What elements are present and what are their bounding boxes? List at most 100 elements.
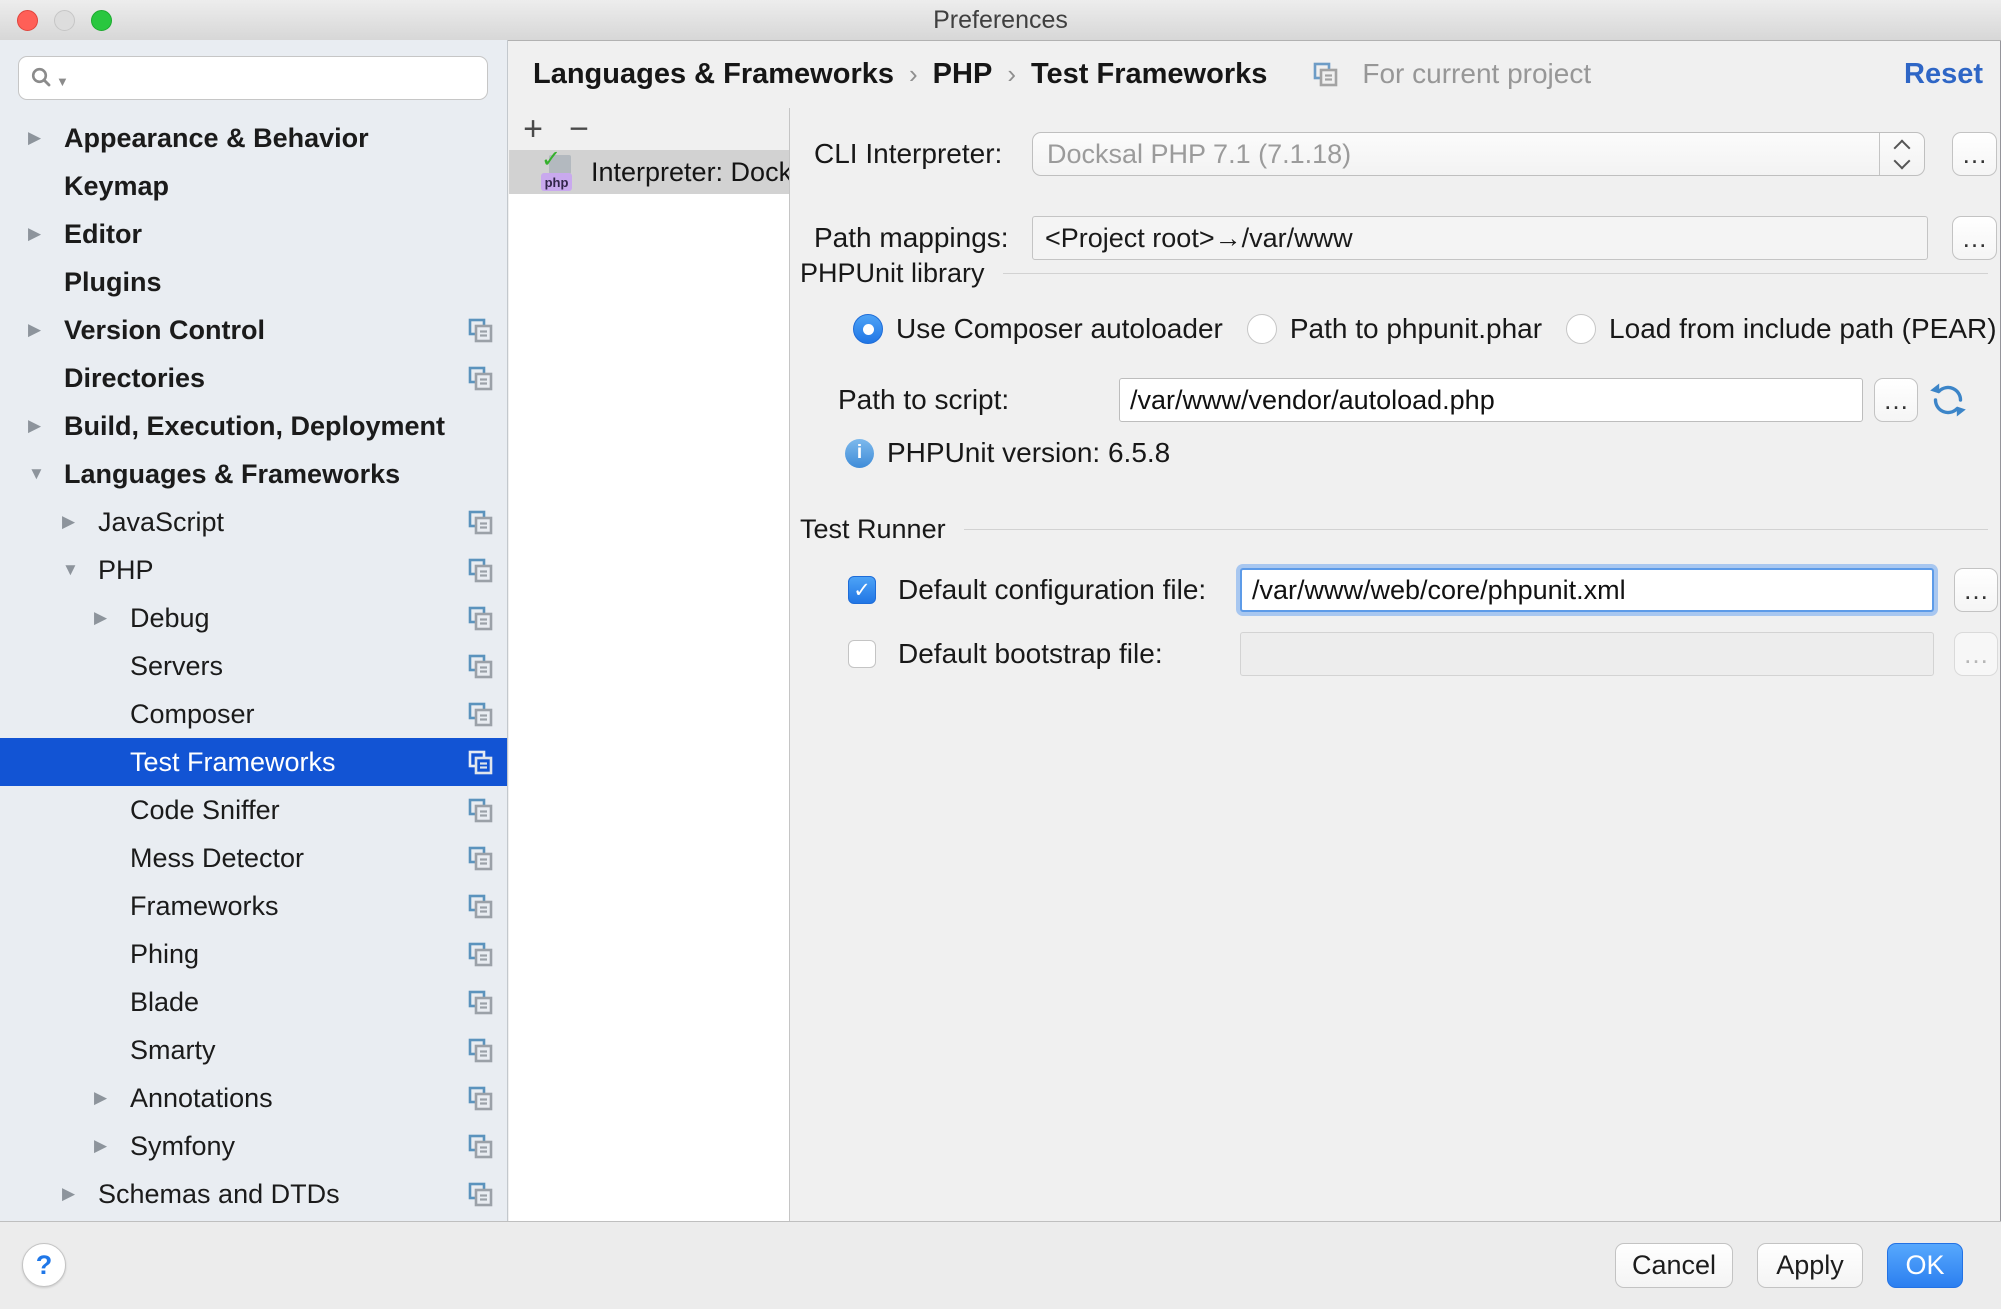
sidebar-item-label: Schemas and DTDs bbox=[98, 1179, 340, 1210]
sidebar-item-smarty[interactable]: Smarty bbox=[0, 1026, 507, 1074]
sidebar-item-blade[interactable]: Blade bbox=[0, 978, 507, 1026]
phpunit-version-row: i PHPUnit version: 6.5.8 bbox=[845, 437, 1170, 469]
sidebar-item-version-control[interactable]: ▶Version Control bbox=[0, 306, 507, 354]
sidebar-item-label: Debug bbox=[130, 603, 210, 634]
list-item-interpreter[interactable]: ✓ php Interpreter: Dock bbox=[509, 150, 789, 194]
default-bootstrap-checkbox[interactable] bbox=[848, 640, 876, 668]
radio-label: Use Composer autoloader bbox=[896, 313, 1223, 345]
reset-link[interactable]: Reset bbox=[1904, 40, 1983, 108]
sidebar-item-javascript[interactable]: ▶JavaScript bbox=[0, 498, 507, 546]
sidebar-item-servers[interactable]: Servers bbox=[0, 642, 507, 690]
sidebar-item-languages-frameworks[interactable]: ▼Languages & Frameworks bbox=[0, 450, 507, 498]
refresh-icon[interactable] bbox=[1928, 380, 1968, 420]
sidebar-item-test-frameworks[interactable]: Test Frameworks bbox=[0, 738, 507, 786]
sidebar-item-phing[interactable]: Phing bbox=[0, 930, 507, 978]
default-config-label: Default configuration file: bbox=[898, 568, 1206, 612]
remove-button[interactable]: − bbox=[561, 109, 597, 149]
chevron-right-icon[interactable]: ▶ bbox=[94, 608, 130, 628]
breadcrumb: Languages & Frameworks›PHP›Test Framewor… bbox=[533, 40, 1591, 108]
radio-load-from-include-path-pear[interactable]: Load from include path (PEAR) bbox=[1566, 313, 1997, 345]
settings-search-box[interactable]: ▼ bbox=[18, 56, 488, 100]
section-title: PHPUnit library bbox=[800, 258, 985, 289]
radio-use-composer-autoloader[interactable]: Use Composer autoloader bbox=[853, 313, 1223, 345]
settings-sidebar: ▼ ▶Appearance & Behavior Keymap ▶Editor Plu… bbox=[0, 40, 508, 1222]
sidebar-item-label: Phing bbox=[130, 939, 199, 970]
sidebar-item-build-execution-deployment[interactable]: ▶Build, Execution, Deployment bbox=[0, 402, 507, 450]
sidebar-item-schemas-and-dtds[interactable]: ▶Schemas and DTDs bbox=[0, 1170, 507, 1218]
list-toolbar: + − bbox=[509, 108, 789, 150]
chevron-down-icon bbox=[1894, 152, 1911, 169]
chevron-right-icon[interactable]: ▶ bbox=[28, 320, 64, 340]
phpunit-radio-group: Use Composer autoloader Path to phpunit.p… bbox=[853, 313, 1997, 345]
sidebar-item-label: Version Control bbox=[64, 315, 265, 346]
default-bootstrap-label: Default bootstrap file: bbox=[898, 632, 1163, 676]
path-mappings-browse-button[interactable]: … bbox=[1952, 216, 1997, 260]
default-config-checkbox[interactable]: ✓ bbox=[848, 576, 876, 604]
help-button[interactable]: ? bbox=[22, 1243, 66, 1287]
per-project-icon bbox=[467, 605, 494, 632]
search-filter-caret-icon[interactable]: ▼ bbox=[56, 74, 69, 89]
breadcrumb-test-frameworks[interactable]: Test Frameworks bbox=[1031, 58, 1267, 91]
chevron-right-icon[interactable]: ▶ bbox=[94, 1088, 130, 1108]
breadcrumb-languages-frameworks[interactable]: Languages & Frameworks bbox=[533, 58, 894, 91]
sidebar-item-composer[interactable]: Composer bbox=[0, 690, 507, 738]
default-bootstrap-browse-button: … bbox=[1954, 632, 1998, 676]
sidebar-item-label: Keymap bbox=[64, 171, 169, 202]
window-title: Preferences bbox=[0, 0, 2001, 40]
sidebar-item-label: Blade bbox=[130, 987, 199, 1018]
chevron-down-icon[interactable]: ▼ bbox=[28, 464, 64, 484]
cancel-button[interactable]: Cancel bbox=[1615, 1243, 1733, 1288]
per-project-icon bbox=[467, 893, 494, 920]
sidebar-item-annotations[interactable]: ▶Annotations bbox=[0, 1074, 507, 1122]
sidebar-item-keymap[interactable]: Keymap bbox=[0, 162, 507, 210]
sidebar-item-php[interactable]: ▼PHP bbox=[0, 546, 507, 594]
path-mappings-field[interactable]: <Project root>→/var/www bbox=[1032, 216, 1928, 260]
per-project-icon bbox=[467, 989, 494, 1016]
default-config-input[interactable] bbox=[1240, 568, 1934, 612]
sidebar-item-label: Smarty bbox=[130, 1035, 216, 1066]
sidebar-item-code-sniffer[interactable]: Code Sniffer bbox=[0, 786, 507, 834]
chevron-right-icon[interactable]: ▶ bbox=[28, 416, 64, 436]
add-button[interactable]: + bbox=[515, 109, 551, 149]
apply-button[interactable]: Apply bbox=[1757, 1243, 1863, 1288]
radio-button-icon[interactable] bbox=[853, 314, 883, 344]
breadcrumb-php[interactable]: PHP bbox=[933, 58, 993, 91]
default-config-browse-button[interactable]: … bbox=[1954, 568, 1998, 612]
sidebar-item-directories[interactable]: Directories bbox=[0, 354, 507, 402]
radio-path-to-phpunit-phar[interactable]: Path to phpunit.phar bbox=[1247, 313, 1542, 345]
sidebar-item-label: Servers bbox=[130, 651, 223, 682]
path-to-script-browse-button[interactable]: … bbox=[1874, 378, 1918, 422]
search-icon bbox=[29, 65, 55, 91]
chevron-right-icon[interactable]: ▶ bbox=[28, 224, 64, 244]
sidebar-item-mess-detector[interactable]: Mess Detector bbox=[0, 834, 507, 882]
chevron-down-icon[interactable]: ▼ bbox=[62, 560, 98, 580]
radio-label: Load from include path (PEAR) bbox=[1609, 313, 1997, 345]
sidebar-item-label: Code Sniffer bbox=[130, 795, 280, 826]
stepper-control[interactable] bbox=[1879, 133, 1924, 175]
chevron-right-icon[interactable]: ▶ bbox=[62, 512, 98, 532]
chevron-right-icon[interactable]: ▶ bbox=[28, 128, 64, 148]
radio-button-icon[interactable] bbox=[1247, 314, 1277, 344]
sidebar-item-debug[interactable]: ▶Debug bbox=[0, 594, 507, 642]
list-item-label: Interpreter: Dock bbox=[591, 157, 789, 188]
sidebar-item-label: Languages & Frameworks bbox=[64, 459, 400, 490]
sidebar-item-label: Plugins bbox=[64, 267, 162, 298]
path-to-script-input[interactable] bbox=[1119, 378, 1863, 422]
info-icon: i bbox=[845, 439, 874, 468]
sidebar-item-appearance-behavior[interactable]: ▶Appearance & Behavior bbox=[0, 114, 507, 162]
ok-button[interactable]: OK bbox=[1887, 1243, 1963, 1288]
test-runner-section: Test Runner bbox=[800, 514, 1988, 545]
sidebar-item-editor[interactable]: ▶Editor bbox=[0, 210, 507, 258]
sidebar-item-frameworks[interactable]: Frameworks bbox=[0, 882, 507, 930]
chevron-right-icon[interactable]: ▶ bbox=[94, 1136, 130, 1156]
per-project-icon bbox=[467, 653, 494, 680]
sidebar-item-label: JavaScript bbox=[98, 507, 224, 538]
sidebar-item-symfony[interactable]: ▶Symfony bbox=[0, 1122, 507, 1170]
radio-button-icon[interactable] bbox=[1566, 314, 1596, 344]
search-input[interactable] bbox=[73, 62, 487, 95]
sidebar-item-plugins[interactable]: Plugins bbox=[0, 258, 507, 306]
cli-interpreter-select[interactable]: Docksal PHP 7.1 (7.1.18) bbox=[1032, 132, 1925, 176]
cli-interpreter-browse-button[interactable]: … bbox=[1952, 132, 1997, 176]
chevron-right-icon[interactable]: ▶ bbox=[62, 1184, 98, 1204]
title-bar: Preferences bbox=[0, 0, 2001, 41]
